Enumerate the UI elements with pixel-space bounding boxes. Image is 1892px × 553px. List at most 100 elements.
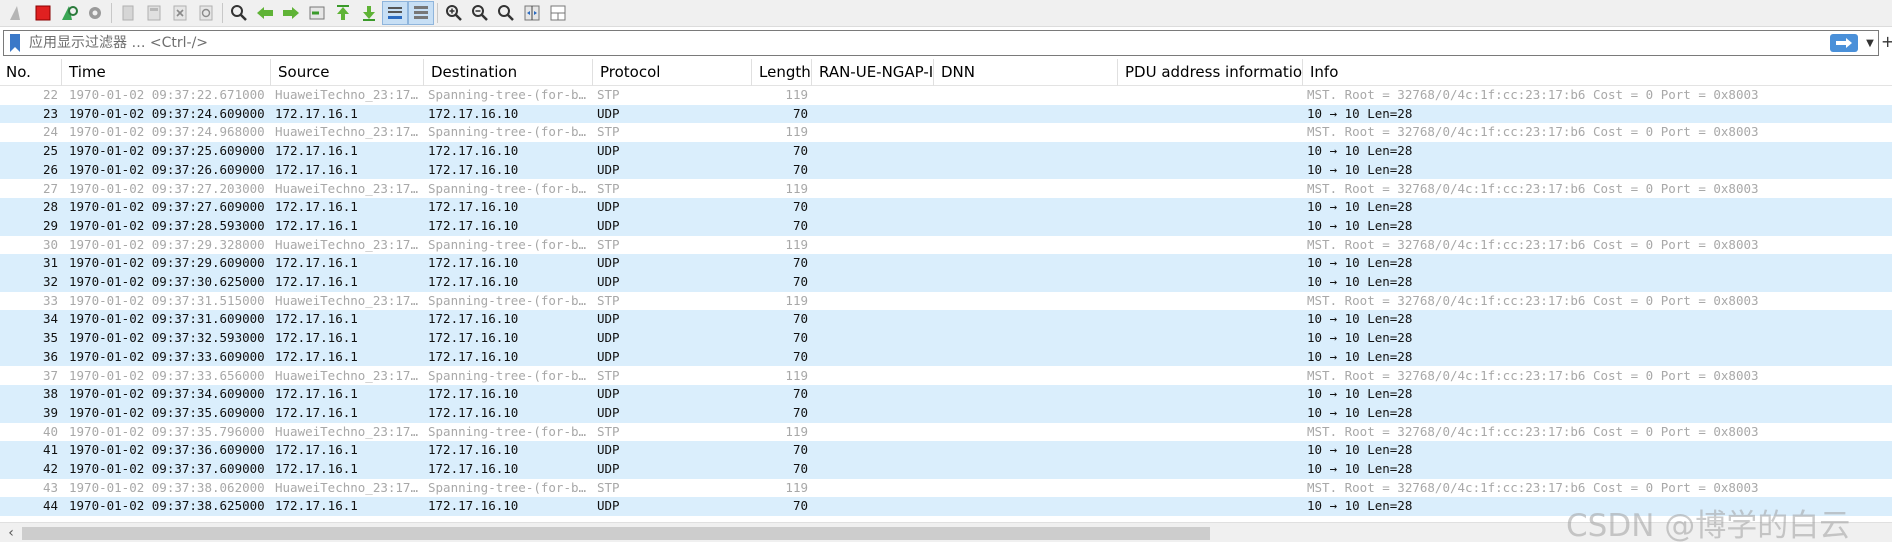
- column-header-destination[interactable]: Destination: [425, 59, 593, 86]
- column-header-pdu-address[interactable]: PDU address information: [1119, 59, 1303, 86]
- resize-columns-icon[interactable]: [519, 1, 545, 25]
- normal-size-icon[interactable]: [493, 1, 519, 25]
- packet-cell-no: 38: [42, 386, 58, 402]
- colorize-packet-list-icon[interactable]: [408, 1, 434, 25]
- find-packet-icon[interactable]: [226, 1, 252, 25]
- packet-row[interactable]: 28 1970-01-02 09:37:27.609000 172.17.16.1 1…: [0, 198, 1892, 217]
- packet-row[interactable]: 41 1970-01-02 09:37:36.609000 172.17.16.1 1…: [0, 441, 1892, 460]
- packet-cell-length: 119: [785, 423, 808, 439]
- packet-row[interactable]: 38 1970-01-02 09:37:34.609000 172.17.16.1 1…: [0, 385, 1892, 404]
- packet-cell-time: 1970-01-02 09:37:33.609000: [69, 348, 265, 364]
- packet-cell-length: 70: [792, 348, 808, 364]
- packet-cell-length: 70: [792, 143, 808, 159]
- packet-row[interactable]: 43 1970-01-02 09:37:38.062000 HuaweiTechno…: [0, 478, 1892, 498]
- packet-cell-info: 10 → 10 Len=28: [1307, 461, 1413, 476]
- filter-history-dropdown-icon[interactable]: ▼: [1862, 33, 1878, 53]
- layout-panes-icon[interactable]: [545, 1, 571, 25]
- filter-bookmark-icon[interactable]: [7, 32, 23, 54]
- packet-cell-destination: 172.17.16.10: [428, 199, 519, 215]
- packet-cell-source: HuaweiTechno_23:17…: [275, 180, 418, 196]
- packet-row[interactable]: 23 1970-01-02 09:37:24.609000 172.17.16.1 1…: [0, 104, 1892, 124]
- packet-cell-no: 24: [42, 124, 58, 140]
- column-header-source[interactable]: Source: [272, 59, 424, 86]
- go-forward-arrow-icon[interactable]: [278, 1, 304, 25]
- zoom-in-icon[interactable]: [441, 1, 467, 25]
- packet-row[interactable]: 34 1970-01-02 09:37:31.609000 172.17.16.1 1…: [0, 310, 1892, 330]
- packet-cell-length: 70: [792, 330, 808, 346]
- column-header-dnn[interactable]: DNN: [935, 59, 1118, 86]
- packet-row[interactable]: 35 1970-01-02 09:37:32.593000 172.17.16.1 1…: [0, 329, 1892, 348]
- auto-scroll-icon[interactable]: [382, 1, 408, 25]
- column-header-length[interactable]: Length: [753, 59, 812, 86]
- column-header-ran-ue-ngap-id[interactable]: RAN-UE-NGAP-ID: [813, 59, 934, 86]
- packet-row[interactable]: 24 1970-01-02 09:37:24.968000 HuaweiTechno…: [0, 123, 1892, 143]
- packet-cell-length: 70: [792, 461, 808, 476]
- packet-row[interactable]: 42 1970-01-02 09:37:37.609000 172.17.16.1 1…: [0, 460, 1892, 479]
- packet-cell-destination: 172.17.16.10: [428, 161, 519, 177]
- reload-file-icon[interactable]: [193, 1, 219, 25]
- packet-row[interactable]: 30 1970-01-02 09:37:29.328000 HuaweiTechno…: [0, 235, 1892, 255]
- packet-cell-source: HuaweiTechno_23:17…: [275, 423, 418, 439]
- go-to-first-packet-icon[interactable]: [330, 1, 356, 25]
- horizontal-scrollbar[interactable]: ‹: [0, 522, 1892, 542]
- packet-cell-destination: Spanning-tree-(for-b…: [428, 87, 587, 102]
- zoom-out-icon[interactable]: [467, 1, 493, 25]
- packet-cell-destination: 172.17.16.10: [428, 442, 519, 458]
- scroll-left-arrow-icon[interactable]: ‹: [2, 523, 20, 543]
- packet-cell-destination: 172.17.16.10: [428, 330, 519, 346]
- packet-cell-time: 1970-01-02 09:37:29.609000: [69, 255, 265, 271]
- packet-cell-time: 1970-01-02 09:37:26.609000: [69, 161, 265, 177]
- go-to-packet-icon[interactable]: [304, 1, 330, 25]
- save-file-icon[interactable]: [141, 1, 167, 25]
- restart-capture-icon[interactable]: [56, 1, 82, 25]
- packet-cell-source: 172.17.16.1: [275, 105, 358, 121]
- apply-filter-button[interactable]: [1830, 34, 1858, 52]
- packet-row[interactable]: 25 1970-01-02 09:37:25.609000 172.17.16.1 1…: [0, 142, 1892, 161]
- packet-cell-length: 70: [792, 105, 808, 121]
- packet-cell-info: 10 → 10 Len=28: [1307, 274, 1413, 289]
- column-header-time[interactable]: Time: [63, 59, 271, 86]
- packet-cell-no: 30: [42, 236, 58, 252]
- column-header-info[interactable]: Info: [1304, 59, 1892, 86]
- toolbar-separator: [437, 3, 438, 23]
- packet-cell-length: 70: [792, 386, 808, 402]
- packet-row[interactable]: 22 1970-01-02 09:37:22.671000 HuaweiTechno…: [0, 86, 1892, 105]
- packet-cell-no: 33: [42, 292, 58, 308]
- column-header-no[interactable]: No.: [0, 59, 62, 86]
- open-file-icon[interactable]: [115, 1, 141, 25]
- go-to-last-packet-icon[interactable]: [356, 1, 382, 25]
- display-filter-input[interactable]: [23, 32, 1830, 54]
- packet-row[interactable]: 27 1970-01-02 09:37:27.203000 HuaweiTechno…: [0, 179, 1892, 199]
- toolbar-separator: [111, 3, 112, 23]
- packet-row[interactable]: 29 1970-01-02 09:37:28.593000 172.17.16.1 1…: [0, 216, 1892, 236]
- capture-options-gear-icon[interactable]: [82, 1, 108, 25]
- packet-cell-protocol: UDP: [597, 386, 620, 402]
- packet-row[interactable]: 40 1970-01-02 09:37:35.796000 HuaweiTechno…: [0, 422, 1892, 442]
- go-back-arrow-icon[interactable]: [252, 1, 278, 25]
- packet-row[interactable]: 39 1970-01-02 09:37:35.609000 172.17.16.1 1…: [0, 403, 1892, 423]
- stop-capture-icon[interactable]: [30, 1, 56, 25]
- packet-cell-protocol: STP: [597, 236, 620, 252]
- shark-fin-start-icon[interactable]: [4, 1, 30, 25]
- packet-cell-length: 119: [785, 236, 808, 252]
- packet-cell-source: 172.17.16.1: [275, 442, 358, 458]
- packet-row[interactable]: 44 1970-01-02 09:37:38.625000 172.17.16.1 1…: [0, 497, 1892, 516]
- column-header-protocol[interactable]: Protocol: [594, 59, 752, 86]
- close-file-icon[interactable]: [167, 1, 193, 25]
- packet-row[interactable]: 33 1970-01-02 09:37:31.515000 HuaweiTechno…: [0, 291, 1892, 311]
- packet-row[interactable]: 31 1970-01-02 09:37:29.609000 172.17.16.1 1…: [0, 254, 1892, 273]
- packet-list: 22 1970-01-02 09:37:22.671000 HuaweiTechno…: [0, 86, 1892, 516]
- packet-cell-protocol: UDP: [597, 143, 620, 159]
- packet-cell-time: 1970-01-02 09:37:27.203000: [69, 180, 265, 196]
- packet-row[interactable]: 26 1970-01-02 09:37:26.609000 172.17.16.1 1…: [0, 160, 1892, 180]
- packet-cell-protocol: UDP: [597, 274, 620, 289]
- scrollbar-thumb[interactable]: [22, 527, 1210, 540]
- packet-cell-destination: Spanning-tree-(for-b…: [428, 124, 587, 140]
- packet-row[interactable]: 36 1970-01-02 09:37:33.609000 172.17.16.1 1…: [0, 347, 1892, 367]
- packet-cell-info: MST. Root = 32768/0/4c:1f:cc:23:17:b6 Co…: [1307, 87, 1759, 102]
- add-filter-button-icon[interactable]: +: [1881, 32, 1892, 51]
- toolbar-separator: [222, 3, 223, 23]
- packet-row[interactable]: 37 1970-01-02 09:37:33.656000 HuaweiTechno…: [0, 366, 1892, 386]
- packet-cell-destination: Spanning-tree-(for-b…: [428, 236, 587, 252]
- packet-row[interactable]: 32 1970-01-02 09:37:30.625000 172.17.16.1 1…: [0, 273, 1892, 292]
